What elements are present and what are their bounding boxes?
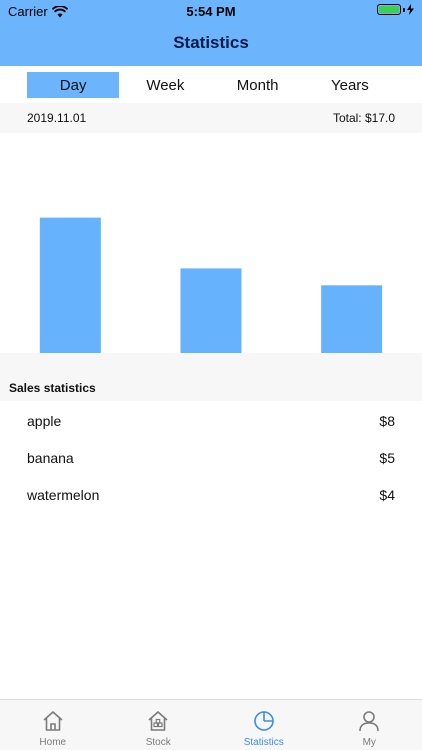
tabbar-label: Home (39, 737, 67, 748)
battery-icon (377, 4, 414, 15)
tabbar-item-stock[interactable]: Stock (106, 700, 212, 750)
statistics-icon (253, 711, 274, 731)
sales-section-header: Sales statistics (0, 353, 422, 401)
period-tabs: Day Week Month Years (27, 72, 396, 98)
tabbar-label: Statistics (243, 737, 284, 748)
sales-bar-chart (0, 133, 422, 353)
date-label: 2019.11.01 (27, 111, 87, 125)
tab-bar: Home Stock Statistics My (0, 699, 422, 750)
header: Carrier 5:54 PM Statistics (0, 0, 422, 66)
list-item[interactable]: apple $8 (0, 403, 422, 440)
bar-watermelon (321, 285, 383, 353)
status-bar: Carrier 5:54 PM (0, 0, 422, 22)
section-title: Sales statistics (9, 381, 96, 395)
home-icon (43, 711, 63, 731)
charging-icon (407, 4, 414, 15)
total-label: Total: $17.0 (332, 111, 395, 125)
item-name: apple (27, 413, 62, 429)
item-name: banana (27, 450, 74, 466)
tabbar-item-statistics[interactable]: Statistics (211, 700, 317, 750)
tabbar-item-my[interactable]: My (317, 700, 422, 750)
tab-month[interactable]: Month (212, 72, 304, 98)
tab-week[interactable]: Week (119, 72, 211, 98)
list-item[interactable]: banana $5 (0, 440, 422, 477)
sales-list: apple $8 banana $5 watermelon $4 (0, 403, 422, 514)
item-value: $8 (379, 413, 395, 429)
tab-years[interactable]: Years (304, 72, 396, 98)
item-value: $5 (379, 450, 395, 466)
tabbar-label: My (362, 737, 376, 748)
list-item[interactable]: watermelon $4 (0, 477, 422, 514)
person-icon (359, 711, 380, 732)
status-time: 5:54 PM (186, 4, 236, 19)
stock-icon (148, 711, 168, 731)
bar-apple (39, 217, 101, 353)
item-value: $4 (379, 487, 395, 503)
tab-day[interactable]: Day (27, 72, 120, 98)
page-title: Statistics (173, 33, 249, 52)
bar-banana (180, 268, 242, 353)
tabbar-label: Stock (145, 737, 171, 748)
summary-row: 2019.11.01 Total: $17.0 (0, 103, 422, 133)
item-name: watermelon (27, 487, 100, 503)
chart-canvas (39, 217, 383, 353)
tabbar-item-home[interactable]: Home (0, 700, 106, 750)
